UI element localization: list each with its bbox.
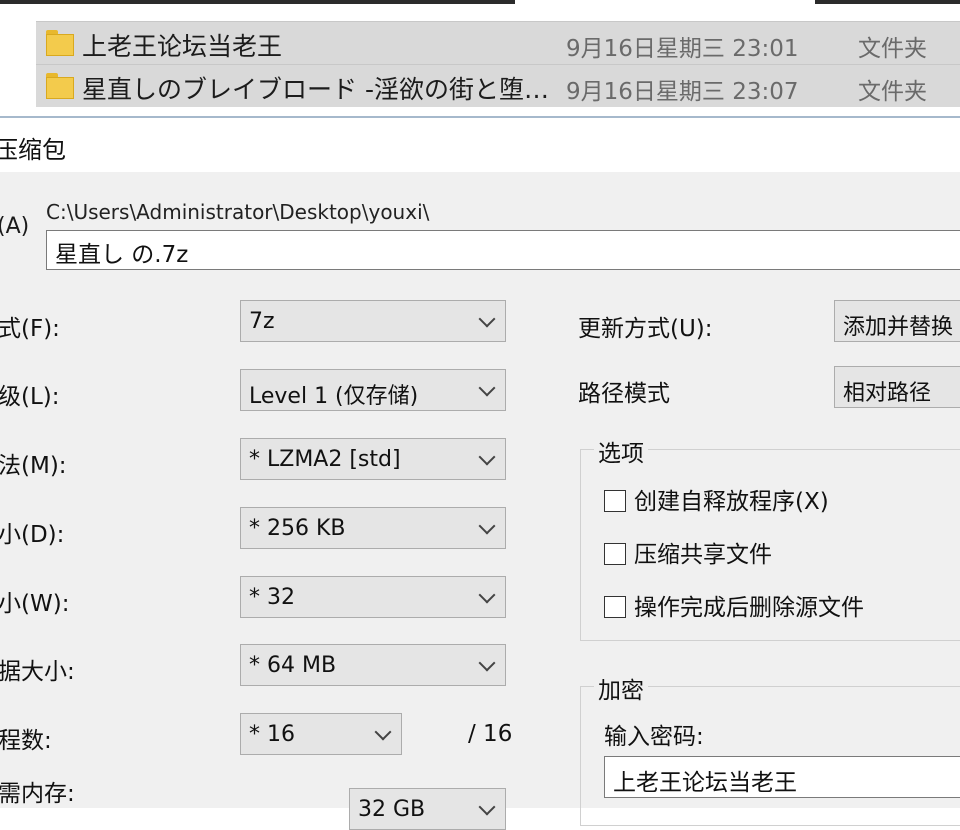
sfx-checkbox[interactable] bbox=[604, 490, 626, 512]
update-mode-label: 更新方式(U): bbox=[578, 316, 713, 342]
file-name: 星直しのブレイブロード -淫欲の街と堕… bbox=[82, 75, 549, 104]
dictionary-value: * 256 KB bbox=[249, 516, 346, 541]
archive-path: C:\Users\Administrator\Desktop\youxi\ bbox=[46, 200, 430, 224]
file-date: 9月16日星期三 23:01 bbox=[566, 36, 799, 62]
level-label: 级(L): bbox=[0, 384, 60, 410]
file-row[interactable]: 星直しのブレイブロード -淫欲の街と堕… 9月16日星期三 23:07 文件夹 bbox=[36, 64, 960, 107]
file-row[interactable]: 上老王论坛当老王 9月16日星期三 23:01 文件夹 bbox=[36, 21, 960, 64]
method-value: * LZMA2 [std] bbox=[249, 447, 401, 472]
shared-files-checkbox[interactable] bbox=[604, 543, 626, 565]
archive-label: (A) bbox=[0, 214, 30, 239]
format-value: 7z bbox=[249, 309, 275, 334]
method-label: 法(M): bbox=[0, 453, 67, 479]
shared-files-option[interactable]: 压缩共享文件 bbox=[604, 535, 772, 569]
update-mode-select[interactable]: 添加并替换 bbox=[834, 300, 960, 342]
chevron-down-icon bbox=[478, 310, 496, 328]
solid-block-select[interactable]: * 64 MB bbox=[240, 644, 506, 686]
chevron-down-icon bbox=[478, 798, 496, 816]
file-date: 9月16日星期三 23:07 bbox=[566, 79, 799, 105]
dialog-title: 压缩包 bbox=[0, 136, 66, 164]
chevron-down-icon bbox=[478, 379, 496, 397]
update-mode-value: 添加并替换 bbox=[843, 315, 954, 340]
chevron-down-icon bbox=[478, 586, 496, 604]
memory-value: 32 GB bbox=[358, 797, 426, 822]
threads-value: * 16 bbox=[249, 722, 295, 747]
threads-max: / 16 bbox=[468, 721, 513, 747]
delete-after-checkbox[interactable] bbox=[604, 596, 626, 618]
path-mode-value: 相对路径 bbox=[843, 381, 932, 406]
threads-label: 程数: bbox=[0, 728, 52, 754]
chevron-down-icon bbox=[478, 517, 496, 535]
path-mode-select[interactable]: 相对路径 bbox=[834, 366, 960, 408]
folder-icon bbox=[46, 73, 74, 99]
folder-icon bbox=[46, 30, 74, 56]
dialog-title-bar[interactable] bbox=[0, 118, 960, 172]
delete-after-option[interactable]: 操作完成后删除源文件 bbox=[604, 588, 864, 622]
memory-label: 需内存: bbox=[0, 781, 75, 807]
chevron-down-icon bbox=[478, 448, 496, 466]
memory-select[interactable]: 32 GB bbox=[349, 788, 506, 830]
format-label: 式(F): bbox=[0, 316, 60, 342]
file-type: 文件夹 bbox=[858, 79, 927, 105]
threads-select[interactable]: * 16 bbox=[240, 713, 402, 755]
solid-block-label: 据大小: bbox=[0, 659, 75, 685]
window-edge bbox=[0, 0, 960, 4]
explorer-file-list: 上老王论坛当老王 9月16日星期三 23:01 文件夹 星直しのブレイブロード … bbox=[0, 0, 960, 118]
method-select[interactable]: * LZMA2 [std] bbox=[240, 438, 506, 480]
word-size-label: 小(W): bbox=[0, 591, 70, 617]
solid-block-value: * 64 MB bbox=[249, 653, 337, 678]
archive-name-input[interactable]: 星直し の.7z bbox=[46, 230, 960, 270]
path-mode-label: 路径模式 bbox=[578, 381, 670, 407]
chevron-down-icon bbox=[478, 654, 496, 672]
password-input[interactable]: 上老王论坛当老王 bbox=[604, 756, 960, 798]
delete-after-label: 操作完成后删除源文件 bbox=[634, 595, 864, 621]
file-type: 文件夹 bbox=[858, 36, 927, 62]
dictionary-label: 小(D): bbox=[0, 522, 65, 548]
shared-files-label: 压缩共享文件 bbox=[634, 542, 772, 568]
options-title: 选项 bbox=[594, 434, 648, 468]
password-label: 输入密码: bbox=[604, 724, 704, 750]
sfx-option[interactable]: 创建自释放程序(X) bbox=[604, 482, 829, 516]
encryption-title: 加密 bbox=[594, 671, 648, 705]
format-select[interactable]: 7z bbox=[240, 300, 506, 342]
file-name: 上老王论坛当老王 bbox=[82, 32, 283, 61]
level-value: Level 1 (仅存储) bbox=[249, 384, 419, 409]
word-size-select[interactable]: * 32 bbox=[240, 576, 506, 618]
chevron-down-icon bbox=[374, 723, 392, 741]
sfx-label: 创建自释放程序(X) bbox=[634, 489, 829, 515]
dictionary-select[interactable]: * 256 KB bbox=[240, 507, 506, 549]
level-select[interactable]: Level 1 (仅存储) bbox=[240, 369, 506, 411]
word-size-value: * 32 bbox=[249, 585, 295, 610]
